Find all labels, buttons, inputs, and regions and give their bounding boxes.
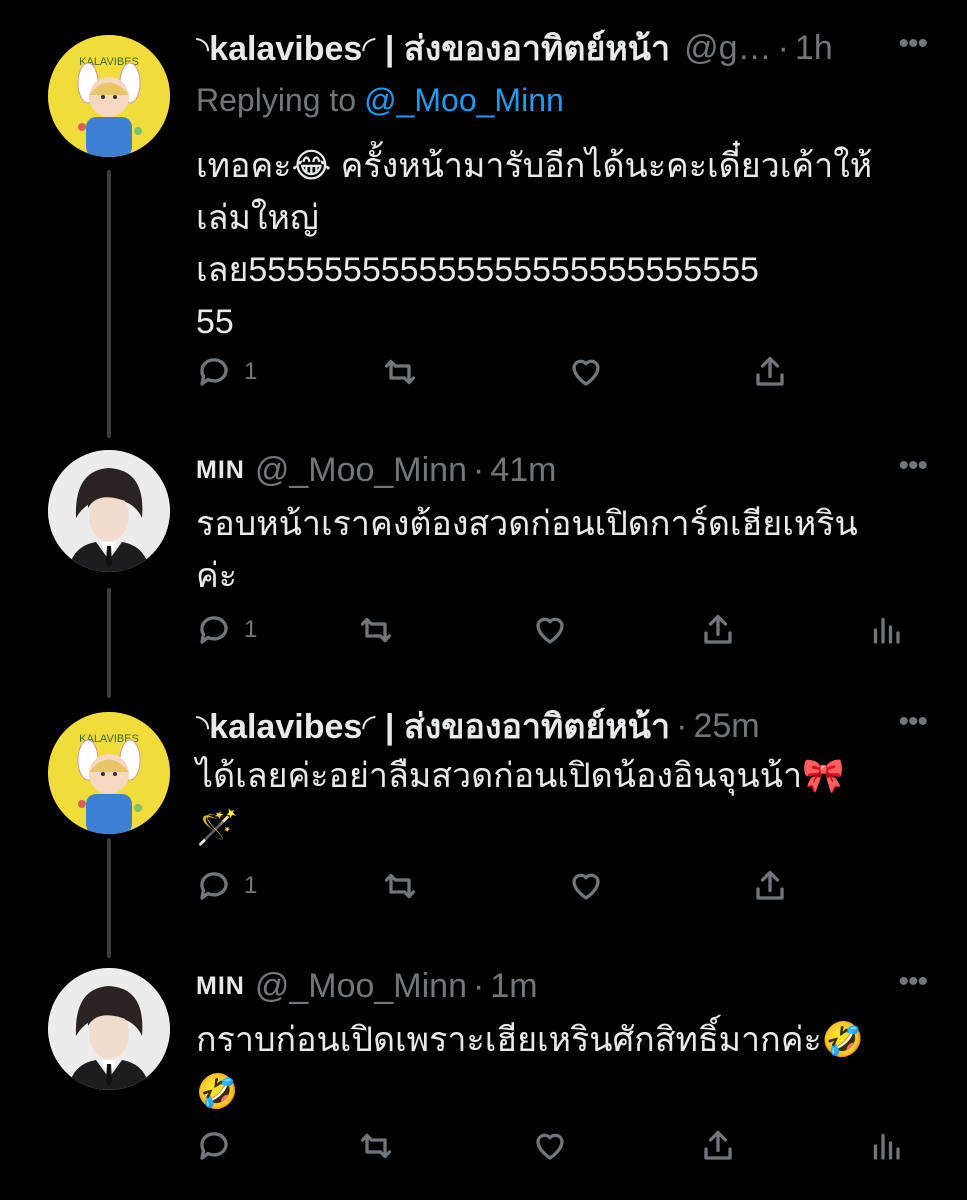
reply-count: 1: [244, 358, 258, 385]
more-options-icon[interactable]: •••: [898, 964, 927, 1000]
more-options-icon[interactable]: •••: [898, 448, 927, 484]
timestamp[interactable]: 1m: [490, 967, 537, 1006]
avatar-illustration: KALAVIBES: [48, 712, 170, 834]
handle[interactable]: @g…: [684, 29, 771, 68]
action-bar: 1: [196, 352, 926, 392]
analytics-icon: [873, 1133, 900, 1160]
share-icon: [756, 870, 784, 900]
display-name[interactable]: ◝kalavibes◜ | ส่งของอาทิตย์หน้า: [196, 699, 670, 753]
display-name[interactable]: MIN: [196, 972, 245, 1001]
reply-button[interactable]: 1: [196, 610, 257, 650]
replying-to: Replying to @_Moo_Minn: [196, 82, 564, 119]
tweet-header: MIN @_Moo_Minn · 41m •••: [196, 448, 928, 492]
retweet-icon: [384, 873, 416, 899]
like-button[interactable]: [568, 352, 604, 392]
replying-label: Replying to: [196, 82, 357, 118]
share-icon: [704, 1130, 732, 1160]
avatar-illustration: KALAVIBES: [48, 35, 170, 157]
share-button[interactable]: [752, 866, 788, 906]
avatar[interactable]: [48, 450, 170, 572]
reply-button[interactable]: [196, 1126, 232, 1166]
handle[interactable]: @_Moo_Minn: [255, 451, 467, 490]
reply-icon: [200, 358, 228, 386]
reply-count: 1: [244, 616, 258, 643]
analytics-button[interactable]: [868, 610, 904, 650]
heart-icon: [572, 359, 600, 386]
tweet-text-line: กราบก่อนเปิดเพราะเฮียเหรินศักสิทธิ์มากค่…: [196, 1021, 865, 1059]
share-button[interactable]: [700, 1126, 736, 1166]
avatar[interactable]: [48, 968, 170, 1090]
tweet-text-line: ค่ะ: [196, 557, 238, 595]
analytics-button[interactable]: [868, 1126, 904, 1166]
heart-icon: [572, 873, 600, 900]
analytics-icon: [873, 617, 900, 644]
reply-icon: [200, 1132, 228, 1160]
display-name[interactable]: MIN: [196, 456, 245, 485]
like-button[interactable]: [532, 610, 568, 650]
tweet-text-line: ได้เลยค่ะอย่าลืมสวดก่อนเปิดน้องอินจุนน้า…: [196, 757, 845, 795]
separator-dot: ·: [777, 28, 789, 67]
retweet-button[interactable]: [358, 1126, 394, 1166]
share-icon: [756, 356, 784, 386]
action-bar: [196, 1126, 926, 1166]
separator-dot: ·: [676, 706, 688, 745]
like-button[interactable]: [532, 1126, 568, 1166]
retweet-button[interactable]: [382, 866, 418, 906]
avatar-illustration: [48, 968, 170, 1090]
retweet-icon: [384, 359, 416, 385]
timestamp[interactable]: 41m: [490, 451, 556, 490]
tweet-header: ◝kalavibes◜ | ส่งของอาทิตย์หน้า · 25m ••…: [196, 704, 928, 748]
tweet-text-line: เลย555555555555555555555555555: [196, 251, 759, 289]
tweet-header: MIN @_Moo_Minn · 1m •••: [196, 964, 928, 1008]
retweet-button[interactable]: [358, 610, 394, 650]
share-button[interactable]: [700, 610, 736, 650]
heart-icon: [536, 617, 564, 644]
tweet-header: ◝kalavibes◜ | ส่งของอาทิตย์หน้า @g… · 1h…: [196, 26, 928, 70]
more-options-icon[interactable]: •••: [898, 704, 927, 740]
timestamp[interactable]: 25m: [693, 707, 759, 746]
retweet-button[interactable]: [382, 352, 418, 392]
tweet-text: กราบก่อนเปิดเพราะเฮียเหรินศักสิทธิ์มากค่…: [196, 1014, 926, 1118]
tweet-text: รอบหน้าเราคงต้องสวดก่อนเปิดการ์ดเฮียเหริ…: [196, 498, 926, 602]
avatar[interactable]: KALAVIBES: [48, 35, 170, 157]
tweet-text: ได้เลยค่ะอย่าลืมสวดก่อนเปิดน้องอินจุนน้า…: [196, 750, 926, 854]
tweet-text-line: 🪄: [196, 809, 239, 847]
retweet-icon: [360, 617, 392, 643]
tweet-text: เทอคะ😂 ครั้งหน้ามารับอีกได้นะคะเดี๋ยวเค้…: [196, 140, 926, 348]
replying-handle-link[interactable]: @_Moo_Minn: [364, 82, 564, 118]
heart-icon: [536, 1133, 564, 1160]
tweet-4[interactable]: MIN @_Moo_Minn · 1m ••• กราบก่อนเปิดเพรา…: [0, 958, 967, 1200]
share-button[interactable]: [752, 352, 788, 392]
like-button[interactable]: [568, 866, 604, 906]
reply-icon: [200, 872, 228, 900]
more-options-icon[interactable]: •••: [898, 26, 927, 62]
tweet-text-line: รอบหน้าเราคงต้องสวดก่อนเปิดการ์ดเฮียเหริ…: [196, 505, 858, 543]
separator-dot: ·: [473, 966, 485, 1005]
reply-button[interactable]: 1: [196, 352, 257, 392]
tweet-2[interactable]: MIN @_Moo_Minn · 41m ••• รอบหน้าเราคงต้อ…: [0, 440, 967, 690]
timestamp[interactable]: 1h: [795, 29, 833, 68]
reply-icon: [200, 616, 228, 644]
avatar-illustration: [48, 450, 170, 572]
reply-count: 1: [244, 872, 258, 899]
action-bar: 1: [196, 866, 926, 906]
handle[interactable]: @_Moo_Minn: [255, 967, 467, 1006]
share-icon: [704, 614, 732, 644]
display-name[interactable]: ◝kalavibes◜ | ส่งของอาทิตย์หน้า: [196, 21, 670, 75]
tweet-text-line: เล่มใหญ่: [196, 199, 319, 237]
separator-dot: ·: [473, 450, 485, 489]
action-bar: 1: [196, 610, 926, 650]
retweet-icon: [360, 1133, 392, 1159]
tweet-text-line: เทอคะ😂 ครั้งหน้ามารับอีกได้นะคะเดี๋ยวเค้…: [196, 147, 873, 185]
tweet-text-line: 55: [196, 303, 234, 341]
avatar[interactable]: KALAVIBES: [48, 712, 170, 834]
reply-button[interactable]: 1: [196, 866, 257, 906]
tweet-1[interactable]: KALAVIBES ◝kalavibes◜ | ส่งของอาทิตย์หน้…: [0, 0, 967, 440]
tweet-text-line: 🤣: [196, 1073, 239, 1111]
tweet-3[interactable]: KALAVIBES ◝kalavibes◜ | ส่งของอาทิตย์หน้…: [0, 690, 967, 950]
